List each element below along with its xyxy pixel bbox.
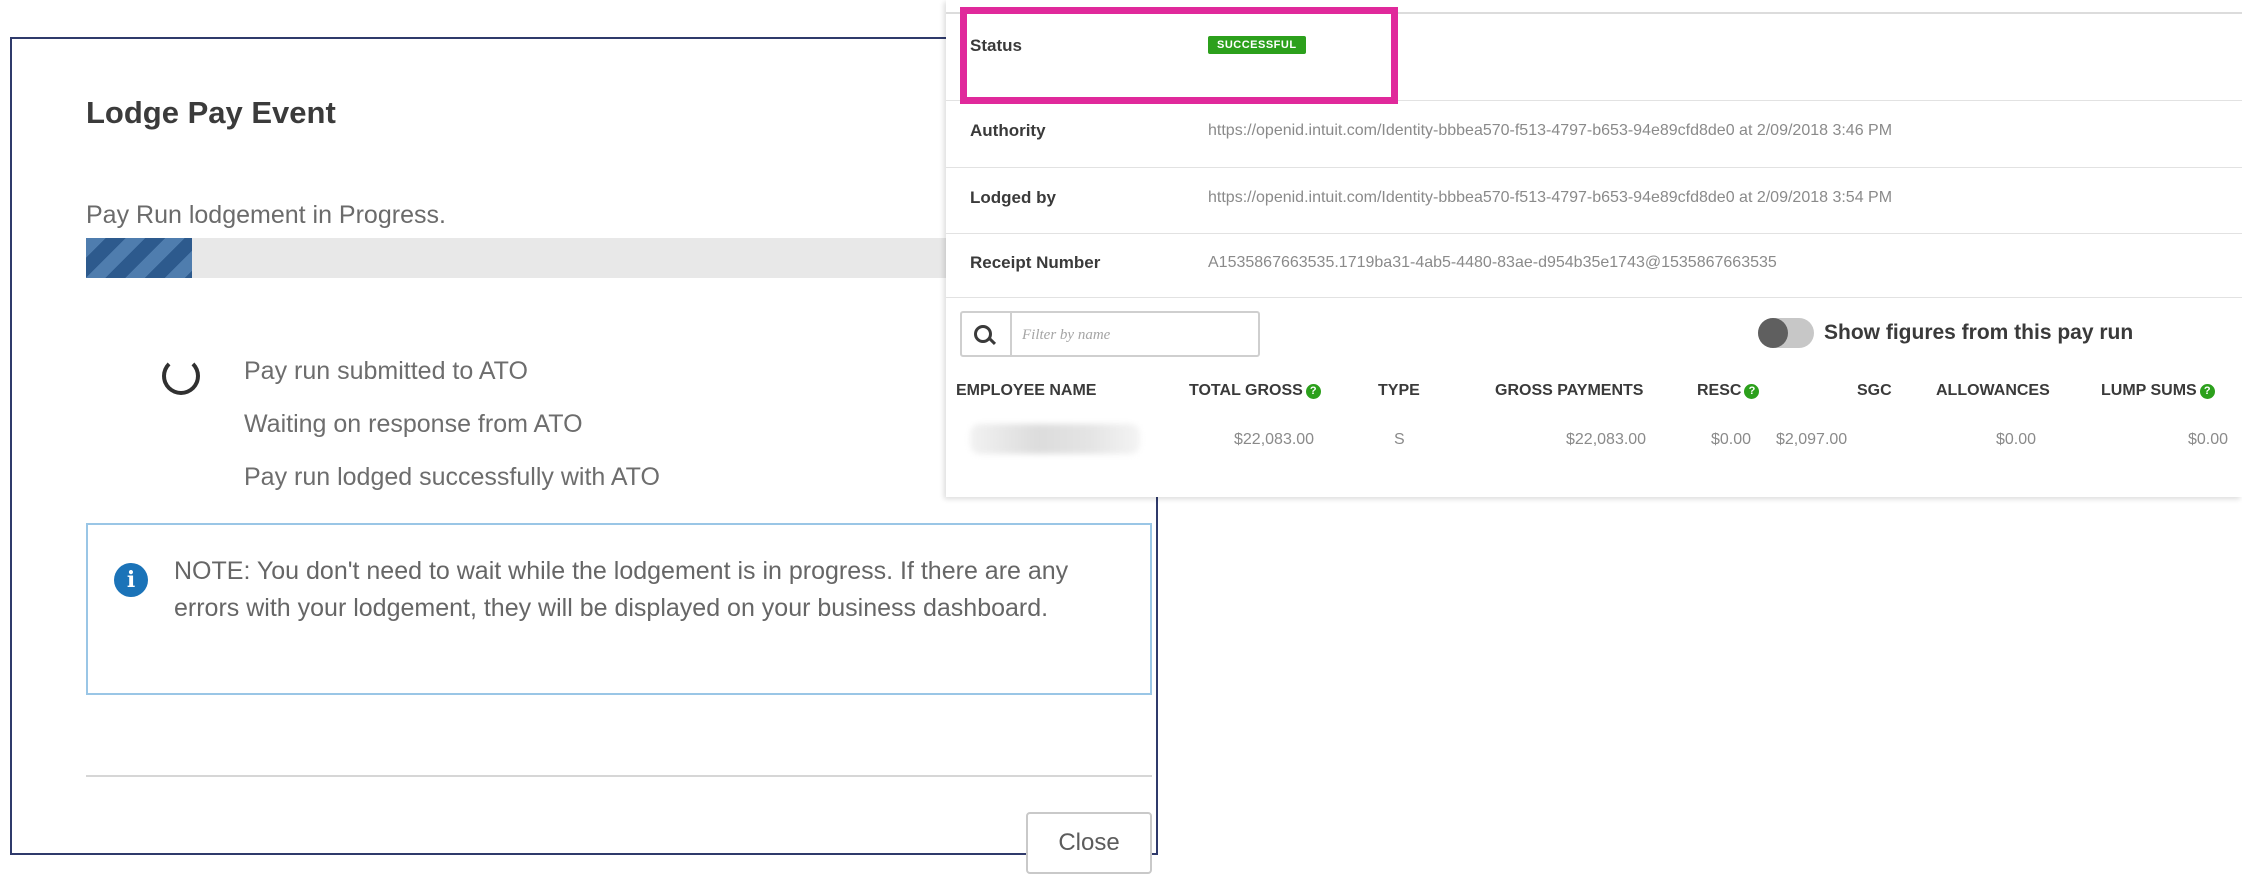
col-sgc-label: SGC — [1857, 382, 1892, 399]
col-employee-name[interactable]: EMPLOYEE NAME — [956, 382, 1096, 400]
close-button[interactable]: Close — [1026, 812, 1152, 874]
help-icon[interactable]: ? — [2199, 384, 2215, 399]
col-sgc[interactable]: SGC — [1857, 382, 1892, 400]
receipt-number-value: A1535867663535.1719ba31-4ab5-4480-83ae-d… — [1208, 254, 1777, 271]
authority-value: https://openid.intuit.com/Identity-bbbea… — [1208, 122, 1893, 139]
show-figures-toggle[interactable] — [1758, 318, 1814, 348]
row-divider — [946, 297, 2242, 298]
cell-resc: $0.00 — [1711, 431, 1752, 448]
help-icon[interactable]: ? — [1305, 384, 1321, 399]
col-allowances-label: ALLOWANCES — [1936, 382, 2050, 399]
filter-divider — [1010, 313, 1012, 355]
note-text: NOTE: You don't need to wait while the l… — [174, 557, 1069, 622]
step-submitted: Pay run submitted to ATO — [244, 357, 528, 385]
col-lump-sums[interactable]: LUMP SUMS? — [2101, 382, 2215, 400]
info-icon: i — [114, 563, 148, 597]
col-lump-sums-label: LUMP SUMS — [2101, 382, 2197, 399]
dialog-footer-divider — [86, 775, 1152, 777]
col-allowances[interactable]: ALLOWANCES — [1936, 382, 2050, 400]
authority-label: Authority — [970, 121, 1046, 140]
lodged-by-label: Lodged by — [970, 188, 1056, 207]
row-divider — [946, 167, 2242, 168]
lodged-by-value: https://openid.intuit.com/Identity-bbbea… — [1208, 189, 1893, 206]
col-resc-label: RESC — [1697, 382, 1742, 399]
col-gross-payments-label: GROSS PAYMENTS — [1495, 382, 1644, 399]
receipt-number-label: Receipt Number — [970, 253, 1101, 272]
cell-lump-sums: $0.00 — [2188, 431, 2229, 448]
cell-sgc: $2,097.00 — [1776, 431, 1848, 448]
step-lodged: Pay run lodged successfully with ATO — [244, 463, 660, 491]
col-type-label: TYPE — [1378, 382, 1420, 399]
row-divider — [946, 233, 2242, 234]
cell-total-gross: $22,083.00 — [1234, 431, 1315, 448]
cell-gross-payments: $22,083.00 — [1566, 431, 1647, 448]
col-gross-payments[interactable]: GROSS PAYMENTS — [1495, 382, 1643, 400]
help-icon[interactable]: ? — [1744, 384, 1760, 399]
step-waiting: Waiting on response from ATO — [244, 410, 583, 438]
col-resc[interactable]: RESC? — [1697, 382, 1760, 400]
dialog-title: Lodge Pay Event — [86, 95, 336, 130]
employee-name-redacted — [970, 424, 1140, 454]
filter-by-name-field[interactable] — [960, 311, 1260, 357]
progress-bar-fill — [86, 238, 192, 278]
loading-spinner-icon — [162, 357, 200, 395]
filter-input[interactable] — [1020, 318, 1252, 352]
search-icon[interactable] — [974, 325, 992, 343]
status-highlight-box — [960, 7, 1398, 104]
cell-allowances: $0.00 — [1996, 431, 2037, 448]
col-total-gross[interactable]: TOTAL GROSS? — [1189, 382, 1321, 400]
col-total-gross-label: TOTAL GROSS — [1189, 382, 1303, 399]
show-figures-label: Show figures from this pay run — [1824, 321, 2134, 344]
col-employee-name-label: EMPLOYEE NAME — [956, 382, 1097, 399]
col-type[interactable]: TYPE — [1378, 382, 1420, 400]
progress-status-text: Pay Run lodgement in Progress. — [86, 201, 446, 229]
progress-bar — [86, 238, 966, 278]
cell-type: S — [1394, 431, 1405, 448]
toggle-knob[interactable] — [1758, 318, 1788, 348]
note-box: i NOTE: You don't need to wait while the… — [86, 523, 1152, 695]
